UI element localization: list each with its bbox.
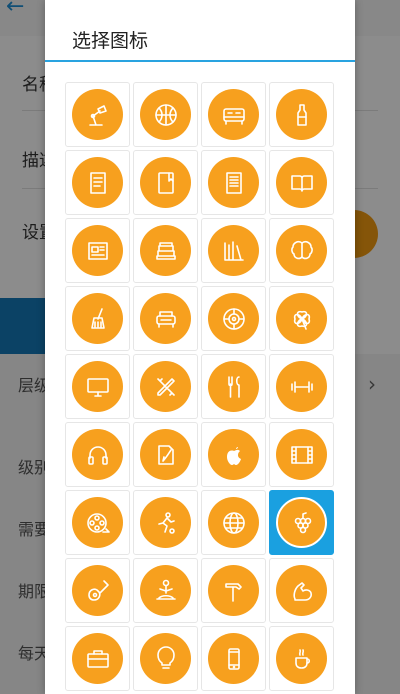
title-divider bbox=[45, 60, 355, 62]
icon-tile[interactable] bbox=[65, 558, 130, 623]
soccer-player-icon bbox=[140, 497, 191, 548]
briefcase-icon bbox=[72, 633, 123, 684]
icon-tile[interactable] bbox=[201, 82, 266, 147]
wheel-icon bbox=[208, 293, 259, 344]
icon-picker-dialog: 选择图标 bbox=[45, 0, 355, 694]
pencil-ruler-icon bbox=[140, 361, 191, 412]
icon-tile[interactable] bbox=[65, 626, 130, 691]
icon-grid bbox=[65, 82, 337, 691]
icon-tile[interactable] bbox=[201, 490, 266, 555]
globe-icon bbox=[208, 497, 259, 548]
hammer-icon bbox=[208, 565, 259, 616]
paper-quill-icon bbox=[140, 429, 191, 480]
monitor-icon bbox=[72, 361, 123, 412]
basketball-icon bbox=[140, 89, 191, 140]
icon-tile[interactable] bbox=[65, 218, 130, 283]
icon-tile[interactable] bbox=[65, 422, 130, 487]
icon-tile[interactable] bbox=[269, 218, 334, 283]
grapes-icon bbox=[276, 497, 327, 548]
icon-tile[interactable] bbox=[201, 422, 266, 487]
icon-tile[interactable] bbox=[269, 422, 334, 487]
flexed-arm-icon bbox=[276, 565, 327, 616]
film-reel-icon bbox=[72, 497, 123, 548]
brain-icon bbox=[276, 225, 327, 276]
apple-icon bbox=[208, 429, 259, 480]
icon-tile[interactable] bbox=[269, 626, 334, 691]
newspaper-icon bbox=[72, 225, 123, 276]
book-stack-icon bbox=[140, 225, 191, 276]
lightbulb-icon bbox=[140, 633, 191, 684]
icon-tile[interactable] bbox=[133, 626, 198, 691]
open-book-icon bbox=[276, 157, 327, 208]
icon-tile[interactable] bbox=[65, 82, 130, 147]
bottle-icon bbox=[276, 89, 327, 140]
icon-tile-selected[interactable] bbox=[269, 490, 334, 555]
broom-icon bbox=[72, 293, 123, 344]
icon-tile[interactable] bbox=[269, 354, 334, 419]
icon-tile[interactable] bbox=[133, 558, 198, 623]
headphones-icon bbox=[72, 429, 123, 480]
icon-tile[interactable] bbox=[133, 286, 198, 351]
bed-icon bbox=[208, 89, 259, 140]
icon-tile[interactable] bbox=[133, 150, 198, 215]
icon-tile[interactable] bbox=[201, 218, 266, 283]
fork-knife-icon bbox=[208, 361, 259, 412]
icon-tile[interactable] bbox=[65, 490, 130, 555]
icon-tile[interactable] bbox=[201, 286, 266, 351]
icon-tile[interactable] bbox=[201, 354, 266, 419]
film-strip-icon bbox=[276, 429, 327, 480]
abc-book-icon bbox=[72, 157, 123, 208]
dialog-title: 选择图标 bbox=[72, 30, 149, 52]
icon-tile[interactable] bbox=[65, 354, 130, 419]
desk-lamp-icon bbox=[72, 89, 123, 140]
icon-tile[interactable] bbox=[201, 558, 266, 623]
coffee-cup-icon bbox=[276, 633, 327, 684]
icon-tile[interactable] bbox=[65, 150, 130, 215]
icon-tile[interactable] bbox=[269, 150, 334, 215]
closed-book-icon bbox=[140, 157, 191, 208]
notebook-icon bbox=[208, 157, 259, 208]
guitar-icon bbox=[72, 565, 123, 616]
dumbbell-icon bbox=[276, 361, 327, 412]
clover-icon bbox=[276, 293, 327, 344]
icon-tile[interactable] bbox=[201, 626, 266, 691]
smartphone-icon bbox=[208, 633, 259, 684]
icon-tile[interactable] bbox=[201, 150, 266, 215]
icon-tile[interactable] bbox=[133, 490, 198, 555]
meditation-icon bbox=[140, 565, 191, 616]
icon-tile[interactable] bbox=[133, 218, 198, 283]
icon-tile[interactable] bbox=[133, 422, 198, 487]
icon-tile[interactable] bbox=[133, 82, 198, 147]
icon-tile[interactable] bbox=[269, 558, 334, 623]
icon-tile[interactable] bbox=[133, 354, 198, 419]
armchair-icon bbox=[140, 293, 191, 344]
icon-tile[interactable] bbox=[65, 286, 130, 351]
icon-tile[interactable] bbox=[269, 82, 334, 147]
icon-tile[interactable] bbox=[269, 286, 334, 351]
bookshelf-icon bbox=[208, 225, 259, 276]
